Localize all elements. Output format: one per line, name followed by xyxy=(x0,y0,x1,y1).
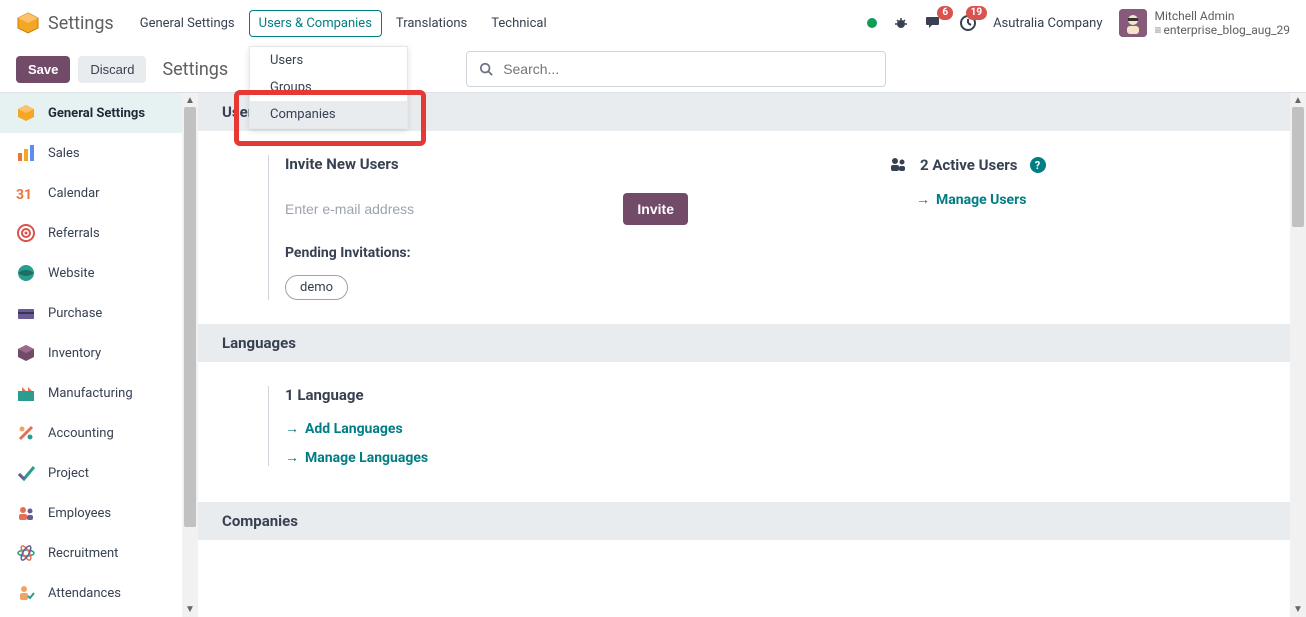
manage-users-link[interactable]: → Manage Users xyxy=(916,191,1046,208)
main-scrollbar[interactable]: ▲ ▼ xyxy=(1290,93,1306,617)
sidebar-item-accounting[interactable]: Accounting xyxy=(0,413,182,453)
arrow-right-icon: → xyxy=(916,191,930,208)
svg-text:31: 31 xyxy=(16,187,32,203)
atom-icon xyxy=(16,543,36,563)
company-switcher[interactable]: Asutralia Company xyxy=(993,16,1102,31)
dropdown-item-users[interactable]: Users xyxy=(250,47,407,74)
invite-button[interactable]: Invite xyxy=(623,193,688,225)
active-users-text: 2 Active Users xyxy=(920,156,1018,174)
scroll-down-icon[interactable]: ▼ xyxy=(1293,602,1303,617)
bar-chart-icon xyxy=(16,143,36,163)
sidebar-item-label: Referrals xyxy=(48,226,100,241)
person-check-icon xyxy=(16,583,36,603)
database-icon: ≡ xyxy=(1155,23,1162,37)
invite-title: Invite New Users xyxy=(285,155,688,173)
scroll-thumb[interactable] xyxy=(184,107,196,527)
box-icon xyxy=(16,343,36,363)
search-icon xyxy=(479,62,493,76)
sidebar-item-label: Website xyxy=(48,266,95,281)
menu-technical[interactable]: Technical xyxy=(481,10,556,37)
sidebar-item-label: Calendar xyxy=(48,186,100,201)
section-header-languages: Languages xyxy=(198,324,1290,362)
sidebar-item-label: Purchase xyxy=(48,306,102,321)
app-logo-icon[interactable] xyxy=(16,11,40,35)
scroll-up-icon[interactable]: ▲ xyxy=(1293,93,1303,108)
user-menu[interactable]: Mitchell Admin ≡enterprise_blog_aug_29 xyxy=(1119,9,1291,37)
arrow-right-icon: → xyxy=(285,449,299,466)
avatar-icon xyxy=(1119,9,1147,37)
sidebar-item-label: General Settings xyxy=(48,106,145,121)
factory-icon xyxy=(16,383,36,403)
search-box[interactable] xyxy=(466,51,886,87)
scroll-up-icon[interactable]: ▲ xyxy=(185,93,195,108)
percent-icon xyxy=(16,423,36,443)
menu-general-settings[interactable]: General Settings xyxy=(130,10,245,37)
check-icon xyxy=(16,463,36,483)
sidebar-item-label: Project xyxy=(48,466,89,481)
users-icon xyxy=(888,155,908,175)
activity-badge: 19 xyxy=(966,6,987,20)
app-title: Settings xyxy=(48,13,114,34)
sidebar-item-referrals[interactable]: Referrals xyxy=(0,213,182,253)
credit-card-icon xyxy=(16,303,36,323)
dropdown-item-companies[interactable]: Companies xyxy=(250,101,407,128)
people-icon xyxy=(16,503,36,523)
help-icon[interactable]: ? xyxy=(1030,157,1046,173)
scroll-down-icon[interactable]: ▼ xyxy=(185,602,195,617)
menu-users-companies[interactable]: Users & Companies xyxy=(249,10,382,37)
sidebar-item-project[interactable]: Project xyxy=(0,453,182,493)
sidebar-item-general-settings[interactable]: General Settings xyxy=(0,93,182,133)
calendar-icon: 31 xyxy=(16,183,36,203)
section-header-companies: Companies xyxy=(198,502,1290,540)
sidebar-item-employees[interactable]: Employees xyxy=(0,493,182,533)
messaging-badge: 6 xyxy=(937,6,953,20)
save-button[interactable]: Save xyxy=(16,56,70,83)
discard-button[interactable]: Discard xyxy=(78,56,146,83)
sidebar-item-website[interactable]: Website xyxy=(0,253,182,293)
target-icon xyxy=(16,223,36,243)
sidebar-item-label: Sales xyxy=(48,146,80,161)
activity-icon[interactable]: 19 xyxy=(959,14,977,32)
dropdown-item-groups[interactable]: Groups xyxy=(250,74,407,101)
pending-label: Pending Invitations: xyxy=(285,245,688,261)
globe-icon xyxy=(16,263,36,283)
page-title: Settings xyxy=(162,59,228,80)
sidebar-item-attendances[interactable]: Attendances xyxy=(0,573,182,613)
language-count: 1 Language xyxy=(285,386,1290,404)
user-name: Mitchell Admin xyxy=(1155,9,1291,23)
sidebar-item-label: Attendances xyxy=(48,586,121,601)
sidebar-item-purchase[interactable]: Purchase xyxy=(0,293,182,333)
users-companies-dropdown: Users Groups Companies xyxy=(249,46,408,129)
manage-languages-link[interactable]: → Manage Languages xyxy=(285,449,1290,466)
sidebar-item-recruitment[interactable]: Recruitment xyxy=(0,533,182,573)
invite-email-input[interactable] xyxy=(285,195,615,224)
messaging-icon[interactable]: 6 xyxy=(925,14,943,32)
hexagon-icon xyxy=(16,103,36,123)
sidebar-item-label: Employees xyxy=(48,506,111,521)
sidebar-item-inventory[interactable]: Inventory xyxy=(0,333,182,373)
sidebar-item-label: Manufacturing xyxy=(48,386,133,401)
sidebar-item-manufacturing[interactable]: Manufacturing xyxy=(0,373,182,413)
arrow-right-icon: → xyxy=(285,420,299,437)
status-dot-icon xyxy=(867,18,877,28)
sidebar-item-sales[interactable]: Sales xyxy=(0,133,182,173)
pending-tag[interactable]: demo xyxy=(285,275,348,300)
scroll-thumb[interactable] xyxy=(1292,107,1304,227)
search-input[interactable] xyxy=(501,60,873,78)
debug-icon[interactable] xyxy=(893,15,909,31)
sidebar-item-calendar[interactable]: 31 Calendar xyxy=(0,173,182,213)
menu-translations[interactable]: Translations xyxy=(386,10,477,37)
sidebar-item-label: Inventory xyxy=(48,346,101,361)
add-languages-link[interactable]: → Add Languages xyxy=(285,420,1290,437)
db-name: ≡enterprise_blog_aug_29 xyxy=(1155,23,1291,37)
sidebar-scrollbar[interactable]: ▲ ▼ xyxy=(182,93,198,617)
sidebar-item-label: Accounting xyxy=(48,426,114,441)
sidebar-item-label: Recruitment xyxy=(48,546,118,561)
